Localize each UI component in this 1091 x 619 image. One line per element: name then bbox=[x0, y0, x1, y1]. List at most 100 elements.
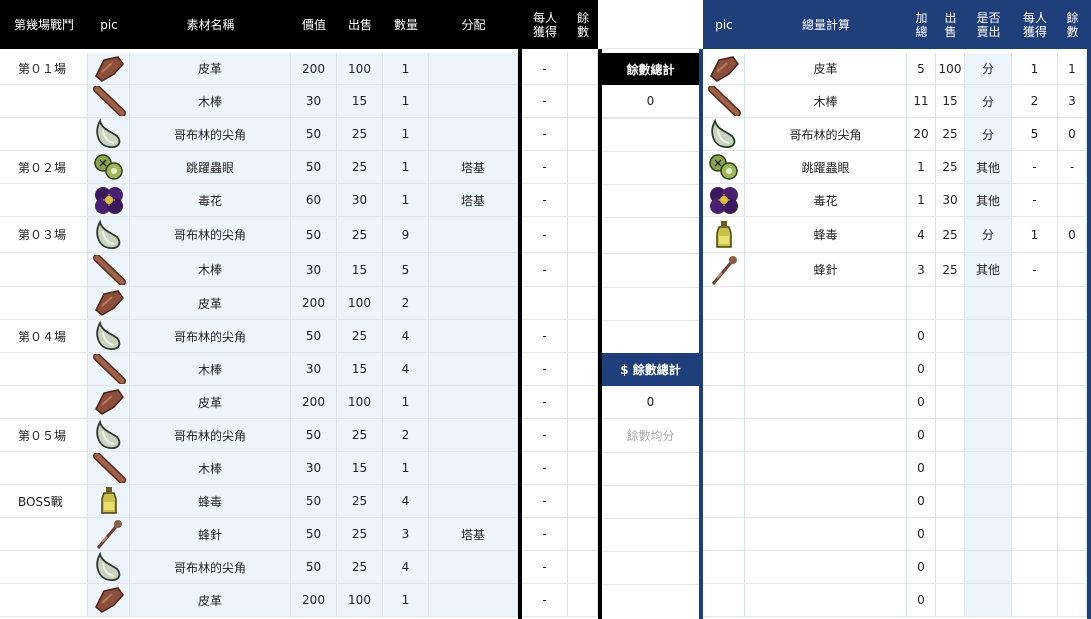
per-person-cell[interactable]: - bbox=[522, 320, 568, 353]
remainder-cell[interactable] bbox=[568, 217, 598, 253]
header-value[interactable]: 價值 bbox=[291, 0, 337, 49]
per-person-cell[interactable]: 5 bbox=[1012, 118, 1058, 151]
header-quantity[interactable]: 數量 bbox=[383, 0, 429, 49]
per-person-cell[interactable] bbox=[1012, 584, 1058, 617]
pic-cell[interactable] bbox=[703, 253, 745, 287]
remainder-cell[interactable] bbox=[568, 485, 598, 518]
sold-cell[interactable] bbox=[965, 452, 1012, 485]
quantity-cell[interactable]: 4 bbox=[383, 320, 429, 353]
pic-cell[interactable] bbox=[703, 151, 745, 184]
per-person-cell[interactable]: - bbox=[522, 184, 568, 217]
sell-price-cell[interactable] bbox=[936, 584, 965, 617]
per-person-cell[interactable]: - bbox=[1012, 184, 1058, 217]
remainder-cell[interactable] bbox=[1058, 485, 1087, 518]
battle-cell[interactable]: 第０５場 bbox=[0, 419, 88, 452]
remainder-cell[interactable] bbox=[568, 584, 598, 617]
quantity-cell[interactable]: 5 bbox=[383, 253, 429, 287]
assign-cell[interactable] bbox=[429, 53, 518, 85]
pic-cell[interactable] bbox=[703, 518, 745, 551]
total-sum-cell[interactable]: 0 bbox=[907, 485, 936, 518]
battle-cell[interactable] bbox=[0, 253, 88, 287]
total-name-cell[interactable]: 蜂毒 bbox=[745, 217, 907, 253]
material-name-cell[interactable]: 哥布林的尖角 bbox=[130, 217, 291, 253]
money-remainder-value[interactable]: 0 bbox=[602, 386, 699, 419]
assign-cell[interactable] bbox=[429, 584, 518, 617]
material-name-cell[interactable]: 木棒 bbox=[130, 452, 291, 485]
per-person-cell[interactable]: - bbox=[1012, 253, 1058, 287]
sold-cell[interactable]: 其他 bbox=[965, 151, 1012, 184]
per-person-cell[interactable] bbox=[1012, 485, 1058, 518]
total-name-cell[interactable] bbox=[745, 584, 907, 617]
sell-price-cell[interactable]: 25 bbox=[936, 217, 965, 253]
quantity-cell[interactable]: 1 bbox=[383, 386, 429, 419]
sell-cell[interactable]: 25 bbox=[337, 485, 383, 518]
remainder-cell[interactable] bbox=[568, 518, 598, 551]
quantity-cell[interactable]: 4 bbox=[383, 551, 429, 584]
sold-cell[interactable]: 其他 bbox=[965, 184, 1012, 217]
assign-cell[interactable] bbox=[429, 85, 518, 118]
material-name-cell[interactable]: 蜂針 bbox=[130, 518, 291, 551]
header-per-person[interactable]: 每人 獲得 bbox=[522, 0, 568, 49]
sell-price-cell[interactable]: 25 bbox=[936, 118, 965, 151]
total-sum-cell[interactable]: 0 bbox=[907, 419, 936, 452]
pic-cell[interactable] bbox=[88, 53, 130, 85]
header-per-person[interactable]: 每人 獲得 bbox=[1012, 0, 1058, 49]
material-name-cell[interactable]: 皮革 bbox=[130, 386, 291, 419]
pic-cell[interactable] bbox=[88, 419, 130, 452]
battle-cell[interactable] bbox=[0, 386, 88, 419]
sell-cell[interactable]: 100 bbox=[337, 53, 383, 85]
battle-cell[interactable]: 第０３場 bbox=[0, 217, 88, 253]
total-name-cell[interactable]: 木棒 bbox=[745, 85, 907, 118]
sell-cell[interactable]: 30 bbox=[337, 184, 383, 217]
pic-cell[interactable] bbox=[703, 184, 745, 217]
quantity-cell[interactable]: 4 bbox=[383, 485, 429, 518]
per-person-cell[interactable] bbox=[1012, 551, 1058, 584]
material-name-cell[interactable]: 毒花 bbox=[130, 184, 291, 217]
total-sum-cell[interactable]: 0 bbox=[907, 551, 936, 584]
assign-cell[interactable] bbox=[429, 353, 518, 386]
quantity-cell[interactable]: 1 bbox=[383, 53, 429, 85]
remainder-cell[interactable] bbox=[568, 53, 598, 85]
remainder-cell[interactable] bbox=[1058, 253, 1087, 287]
per-person-cell[interactable] bbox=[1012, 518, 1058, 551]
remainder-cell[interactable] bbox=[568, 320, 598, 353]
pic-cell[interactable] bbox=[703, 353, 745, 386]
per-person-cell[interactable] bbox=[522, 287, 568, 320]
sold-cell[interactable]: 其他 bbox=[965, 253, 1012, 287]
sold-cell[interactable] bbox=[965, 287, 1012, 320]
material-name-cell[interactable]: 木棒 bbox=[130, 353, 291, 386]
pic-cell[interactable] bbox=[88, 320, 130, 353]
sold-cell[interactable]: 分 bbox=[965, 53, 1012, 85]
remainder-cell[interactable] bbox=[1058, 287, 1087, 320]
assign-cell[interactable] bbox=[429, 551, 518, 584]
per-person-cell[interactable]: 1 bbox=[1012, 217, 1058, 253]
remainder-cell[interactable] bbox=[1058, 551, 1087, 584]
pic-cell[interactable] bbox=[88, 184, 130, 217]
assign-cell[interactable] bbox=[429, 386, 518, 419]
remainder-cell[interactable]: 0 bbox=[1058, 118, 1087, 151]
remainder-cell[interactable] bbox=[568, 551, 598, 584]
quantity-cell[interactable]: 1 bbox=[383, 151, 429, 184]
value-cell[interactable]: 200 bbox=[291, 386, 337, 419]
battle-cell[interactable]: 第０１場 bbox=[0, 53, 88, 85]
total-sum-cell[interactable]: 0 bbox=[907, 452, 936, 485]
quantity-cell[interactable]: 1 bbox=[383, 584, 429, 617]
value-cell[interactable]: 200 bbox=[291, 584, 337, 617]
pic-cell[interactable] bbox=[88, 217, 130, 253]
battle-cell[interactable] bbox=[0, 452, 88, 485]
pic-cell[interactable] bbox=[703, 419, 745, 452]
quantity-cell[interactable]: 1 bbox=[383, 452, 429, 485]
sell-price-cell[interactable] bbox=[936, 386, 965, 419]
quantity-cell[interactable]: 4 bbox=[383, 353, 429, 386]
material-name-cell[interactable]: 哥布林的尖角 bbox=[130, 551, 291, 584]
remainder-cell[interactable] bbox=[568, 386, 598, 419]
total-sum-cell[interactable]: 11 bbox=[907, 85, 936, 118]
pic-cell[interactable] bbox=[703, 452, 745, 485]
assign-cell[interactable] bbox=[429, 452, 518, 485]
assign-cell[interactable] bbox=[429, 320, 518, 353]
battle-cell[interactable]: BOSS戰 bbox=[0, 485, 88, 518]
per-person-cell[interactable]: - bbox=[522, 151, 568, 184]
battle-cell[interactable] bbox=[0, 353, 88, 386]
pic-cell[interactable] bbox=[703, 386, 745, 419]
pic-cell[interactable] bbox=[703, 118, 745, 151]
